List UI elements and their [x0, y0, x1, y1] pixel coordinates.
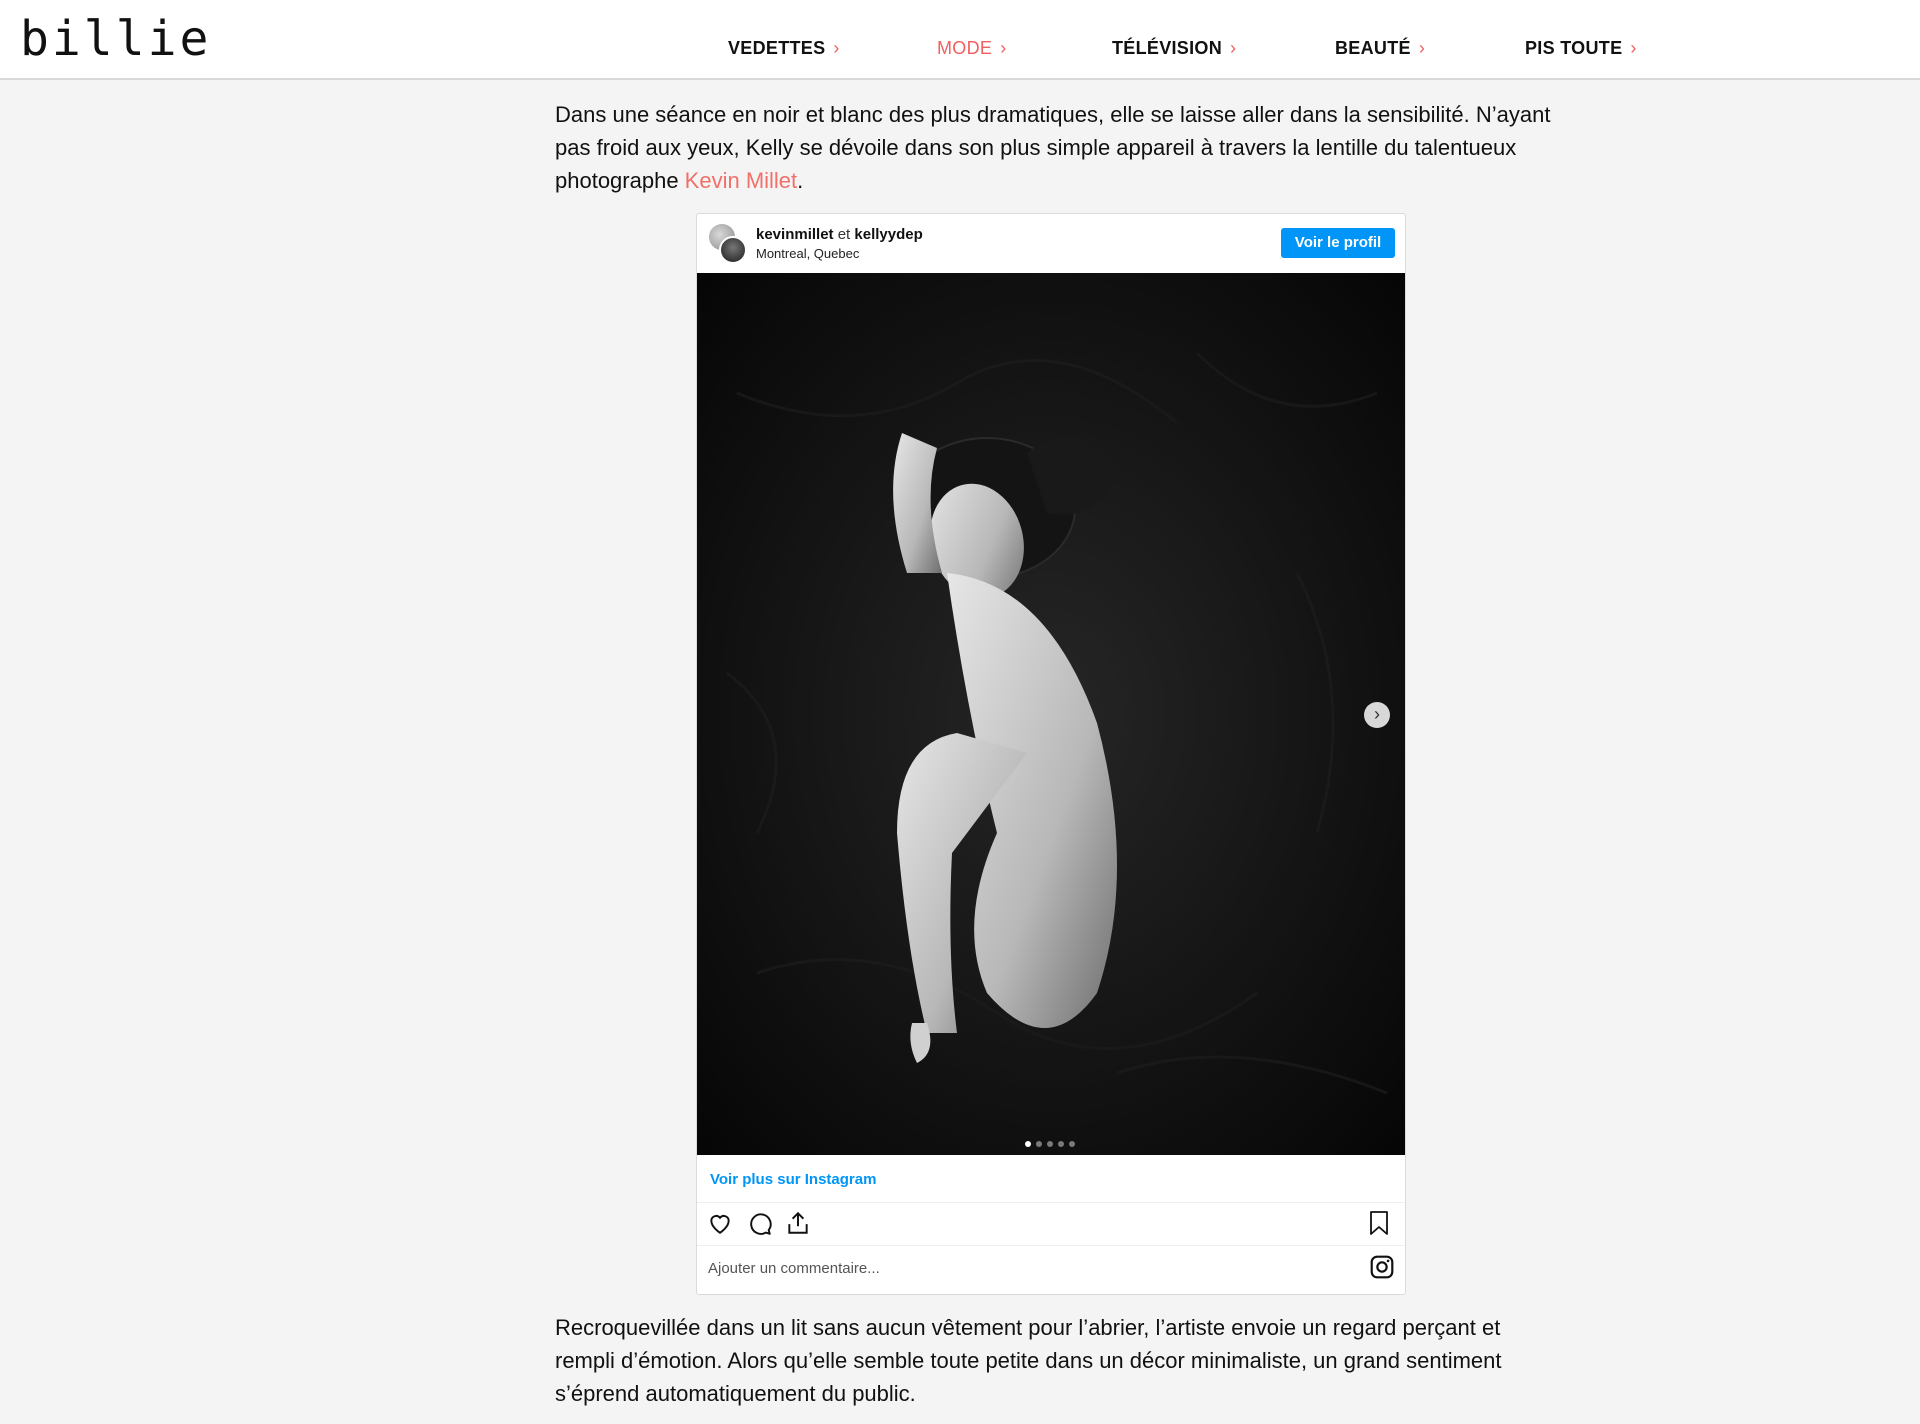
nav-item-mode[interactable]: MODE › [937, 38, 1007, 59]
carousel-next-button[interactable]: › [1364, 702, 1390, 728]
divider [697, 1245, 1405, 1246]
avatar-group[interactable] [707, 222, 747, 264]
carousel-dot [1069, 1141, 1075, 1147]
carousel-dot [1047, 1141, 1053, 1147]
carousel-dot [1025, 1141, 1031, 1147]
bookmark-icon[interactable] [1367, 1210, 1391, 1241]
nav-item-label: MODE [937, 38, 993, 58]
post-actions [697, 1208, 1405, 1242]
carousel-dot [1058, 1141, 1064, 1147]
nav-item-label: PIS TOUTE [1525, 38, 1623, 58]
nav-item-label: TÉLÉVISION [1112, 38, 1223, 58]
view-more-instagram-link[interactable]: Voir plus sur Instagram [710, 1171, 876, 1188]
carousel-dot [1036, 1141, 1042, 1147]
article-paragraph: Dans une séance en noir et blanc des plu… [555, 98, 1555, 197]
site-header: billie VEDETTES › MODE › TÉLÉVISION › BEAUT… [0, 0, 1920, 80]
nav-item-label: VEDETTES [728, 38, 826, 58]
divider [697, 1202, 1405, 1203]
carousel-dots [1025, 1134, 1080, 1147]
comment-icon[interactable] [747, 1210, 773, 1241]
article-text-end: . [797, 168, 804, 193]
post-photo[interactable]: › [697, 273, 1405, 1155]
post-location[interactable]: Montreal, Quebec [756, 246, 859, 261]
instagram-icon[interactable] [1369, 1254, 1395, 1285]
article-paragraph: Recroquevillée dans un lit sans aucun vê… [555, 1315, 1502, 1406]
post-authors: kevinmillet et kellyydep [756, 226, 923, 244]
chevron-right-icon: › [1000, 38, 1007, 58]
username-link[interactable]: kellyydep [854, 226, 922, 243]
chevron-right-icon: › [1374, 704, 1380, 724]
nav-item-television[interactable]: TÉLÉVISION › [1112, 38, 1236, 59]
share-icon[interactable] [785, 1210, 811, 1241]
heart-icon[interactable] [707, 1210, 733, 1241]
nav-item-pis-toute[interactable]: PIS TOUTE › [1525, 38, 1637, 59]
nav-item-beaute[interactable]: BEAUTÉ › [1335, 38, 1425, 59]
chevron-right-icon: › [1230, 38, 1237, 58]
photographer-link[interactable]: Kevin Millet [685, 168, 797, 193]
site-logo[interactable]: billie [20, 10, 211, 68]
photo-image [697, 273, 1405, 1155]
chevron-right-icon: › [1630, 38, 1637, 58]
username-connector: et [837, 226, 851, 243]
instagram-embed: kevinmillet et kellyydep Montreal, Quebe… [696, 213, 1406, 1295]
instagram-header: kevinmillet et kellyydep Montreal, Quebe… [697, 214, 1405, 272]
view-profile-button[interactable]: Voir le profil [1281, 228, 1395, 258]
nav-item-label: BEAUTÉ [1335, 38, 1411, 58]
nav-item-vedettes[interactable]: VEDETTES › [728, 38, 840, 59]
chevron-right-icon: › [833, 38, 840, 58]
chevron-right-icon: › [1418, 38, 1426, 58]
username-link[interactable]: kevinmillet [756, 226, 834, 243]
comment-input[interactable] [707, 1254, 1309, 1282]
avatar [719, 236, 747, 264]
